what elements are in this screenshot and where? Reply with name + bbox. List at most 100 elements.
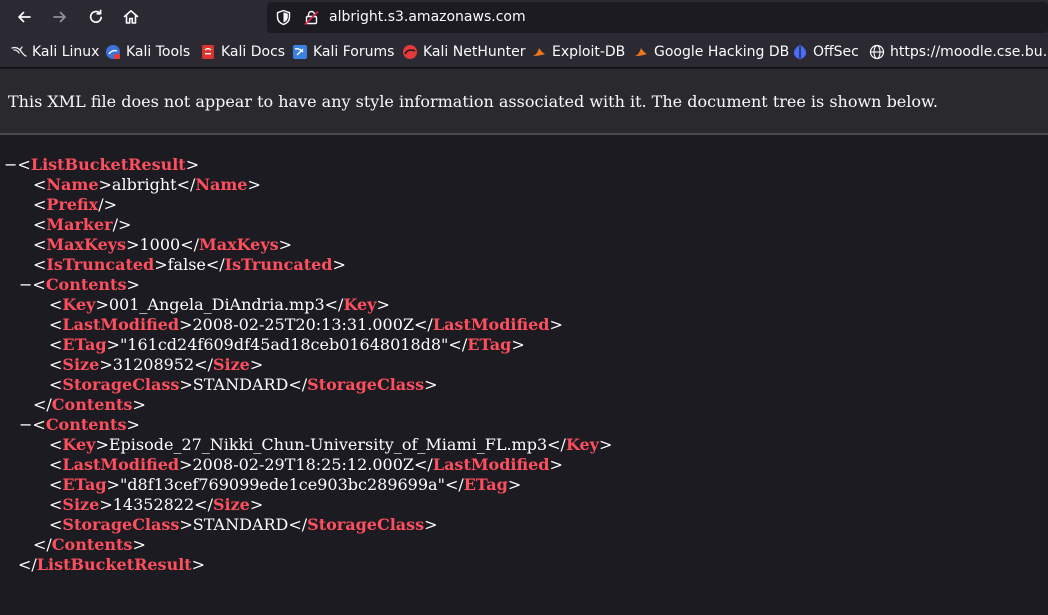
xml-line-storageclass: <StorageClass>STANDARD</StorageClass> [49,515,438,534]
xml-line-prefix: <Prefix/> [33,195,118,214]
xml-tag: LastModified [62,455,180,474]
bookmark-offsec[interactable]: OffSec [792,43,859,61]
xml-line-contents-open: −<Contents> [19,275,140,294]
bookmark-kali-nethunter[interactable]: Kali NetHunter [402,43,525,61]
kali-dragon-icon [11,46,27,57]
xml-tag: ETag [467,335,512,354]
bookmark-exploit-db[interactable]: Exploit-DB [531,43,625,61]
xml-tag: MaxKeys [46,235,127,254]
xml-value: 31208952 [112,355,195,374]
bookmark-label: Kali Forums [313,44,395,60]
forward-arrow-icon [53,11,66,23]
xml-value: 14352822 [112,495,195,514]
xml-tag: Size [212,495,250,514]
exploit-db-icon [533,48,545,56]
xml-tag: ListBucketResult [30,155,186,174]
xml-line-name: <Name>albright</Name> [33,175,261,194]
xml-tag: ListBucketResult [36,555,192,574]
xml-tag: LastModified [432,315,550,334]
xml-line-key: <Key>001_Angela_DiAndria.mp3</Key> [49,295,390,314]
bookmark-moodle[interactable]: https://moodle.cse.bu… [869,43,1048,61]
xml-tag: LastModified [432,455,550,474]
xml-tag: ETag [62,335,107,354]
xml-info-text: This XML file does not appear to have an… [8,92,938,111]
xml-line-contents-close: </Contents> [33,535,146,554]
xml-value: "d8f13cef769099ede1ce903bc289699a" [119,475,445,494]
xml-tag: ETag [62,475,107,494]
xml-info-banner: This XML file does not appear to have an… [0,69,1048,135]
xml-value: 2008-02-25T20:13:31.000Z [192,315,415,334]
xml-line-lastmodified: <LastModified>2008-02-29T18:25:12.000Z</… [49,455,563,474]
xml-line-etag: <ETag>"161cd24f609df45ad18ceb01648018d8"… [49,335,525,354]
xml-tag: StorageClass [307,375,425,394]
bookmark-kali-linux[interactable]: Kali Linux [11,43,99,61]
bookmark-label: Kali Docs [221,44,286,60]
bookmark-label: Exploit-DB [552,44,626,60]
xml-tag: IsTruncated [224,255,333,274]
xml-tag: Size [212,355,250,374]
xml-line-contents-close: </Contents> [33,395,146,414]
xml-value: STANDARD [192,515,289,534]
navigation-toolbar: albright.s3.amazonaws.com [0,0,1048,35]
xml-tag: StorageClass [307,515,425,534]
nethunter-icon [403,45,417,59]
collapse-toggle[interactable]: − [19,275,32,294]
bookmark-kali-docs[interactable]: Kali Docs [200,43,285,61]
url-bar[interactable]: albright.s3.amazonaws.com [267,2,1048,33]
bookmark-label: https://moodle.cse.bu… [890,44,1048,60]
collapse-toggle[interactable]: − [19,415,32,434]
xml-value: albright [111,175,177,194]
xml-line-size: <Size>31208952</Size> [49,355,264,374]
xml-line-maxkeys: <MaxKeys>1000</MaxKeys> [33,235,293,254]
lock-icon[interactable] [303,9,320,26]
reload-icon [89,9,103,23]
xml-value: 1000 [139,235,181,254]
xml-line-contents-open: −<Contents> [19,415,140,434]
xml-tag: Marker [46,215,113,234]
xml-tag: StorageClass [62,515,180,534]
globe-icon [869,44,885,60]
home-button[interactable] [118,4,144,30]
kali-docs-icon [202,45,214,59]
bookmark-google-hacking-db[interactable]: Google Hacking DB [633,43,789,61]
xml-value: Episode_27_Nikki_Chun-University_of_Miam… [108,435,548,454]
xml-tag: LastModified [62,315,180,334]
back-arrow-icon [18,11,31,23]
xml-tag: Size [62,495,100,514]
xml-tag: Name [195,175,248,194]
xml-line-marker: <Marker/> [33,215,132,234]
xml-value: "161cd24f609df45ad18ceb01648018d8" [119,335,449,354]
bookmark-kali-forums[interactable]: Kali Forums [292,43,394,61]
xml-value: false [167,255,206,274]
xml-tag: Contents [51,535,133,554]
kali-forums-icon [293,45,307,59]
xml-tag: IsTruncated [46,255,155,274]
collapse-toggle[interactable]: − [4,155,17,174]
xml-tag: Contents [45,415,127,434]
ghdb-icon [635,48,647,56]
bookmark-label: Google Hacking DB [654,44,790,60]
kali-tools-icon [106,45,120,59]
xml-tag: Key [343,295,377,314]
xml-line-root-close: </ListBucketResult> [18,555,206,574]
forward-button[interactable] [47,4,73,30]
xml-line-size: <Size>14352822</Size> [49,495,264,514]
xml-line-etag: <ETag>"d8f13cef769099ede1ce903bc289699a"… [49,475,522,494]
bookmark-kali-tools[interactable]: Kali Tools [105,43,190,61]
xml-tag: Prefix [46,195,99,214]
xml-value: 001_Angela_DiAndria.mp3 [108,295,325,314]
url-text[interactable]: albright.s3.amazonaws.com [329,9,526,25]
back-button[interactable] [11,4,37,30]
reload-button[interactable] [83,4,109,30]
xml-line-root-open: −<ListBucketResult> [4,155,200,174]
xml-line-storageclass: <StorageClass>STANDARD</StorageClass> [49,375,438,394]
xml-tag: ETag [463,475,508,494]
xml-tag: Contents [45,275,127,294]
xml-tag: MaxKeys [198,235,279,254]
shield-icon[interactable] [275,9,292,26]
xml-tag: Name [46,175,99,194]
offsec-icon [794,45,806,59]
xml-value: STANDARD [192,375,289,394]
xml-line-lastmodified: <LastModified>2008-02-25T20:13:31.000Z</… [49,315,563,334]
xml-tag: StorageClass [62,375,180,394]
